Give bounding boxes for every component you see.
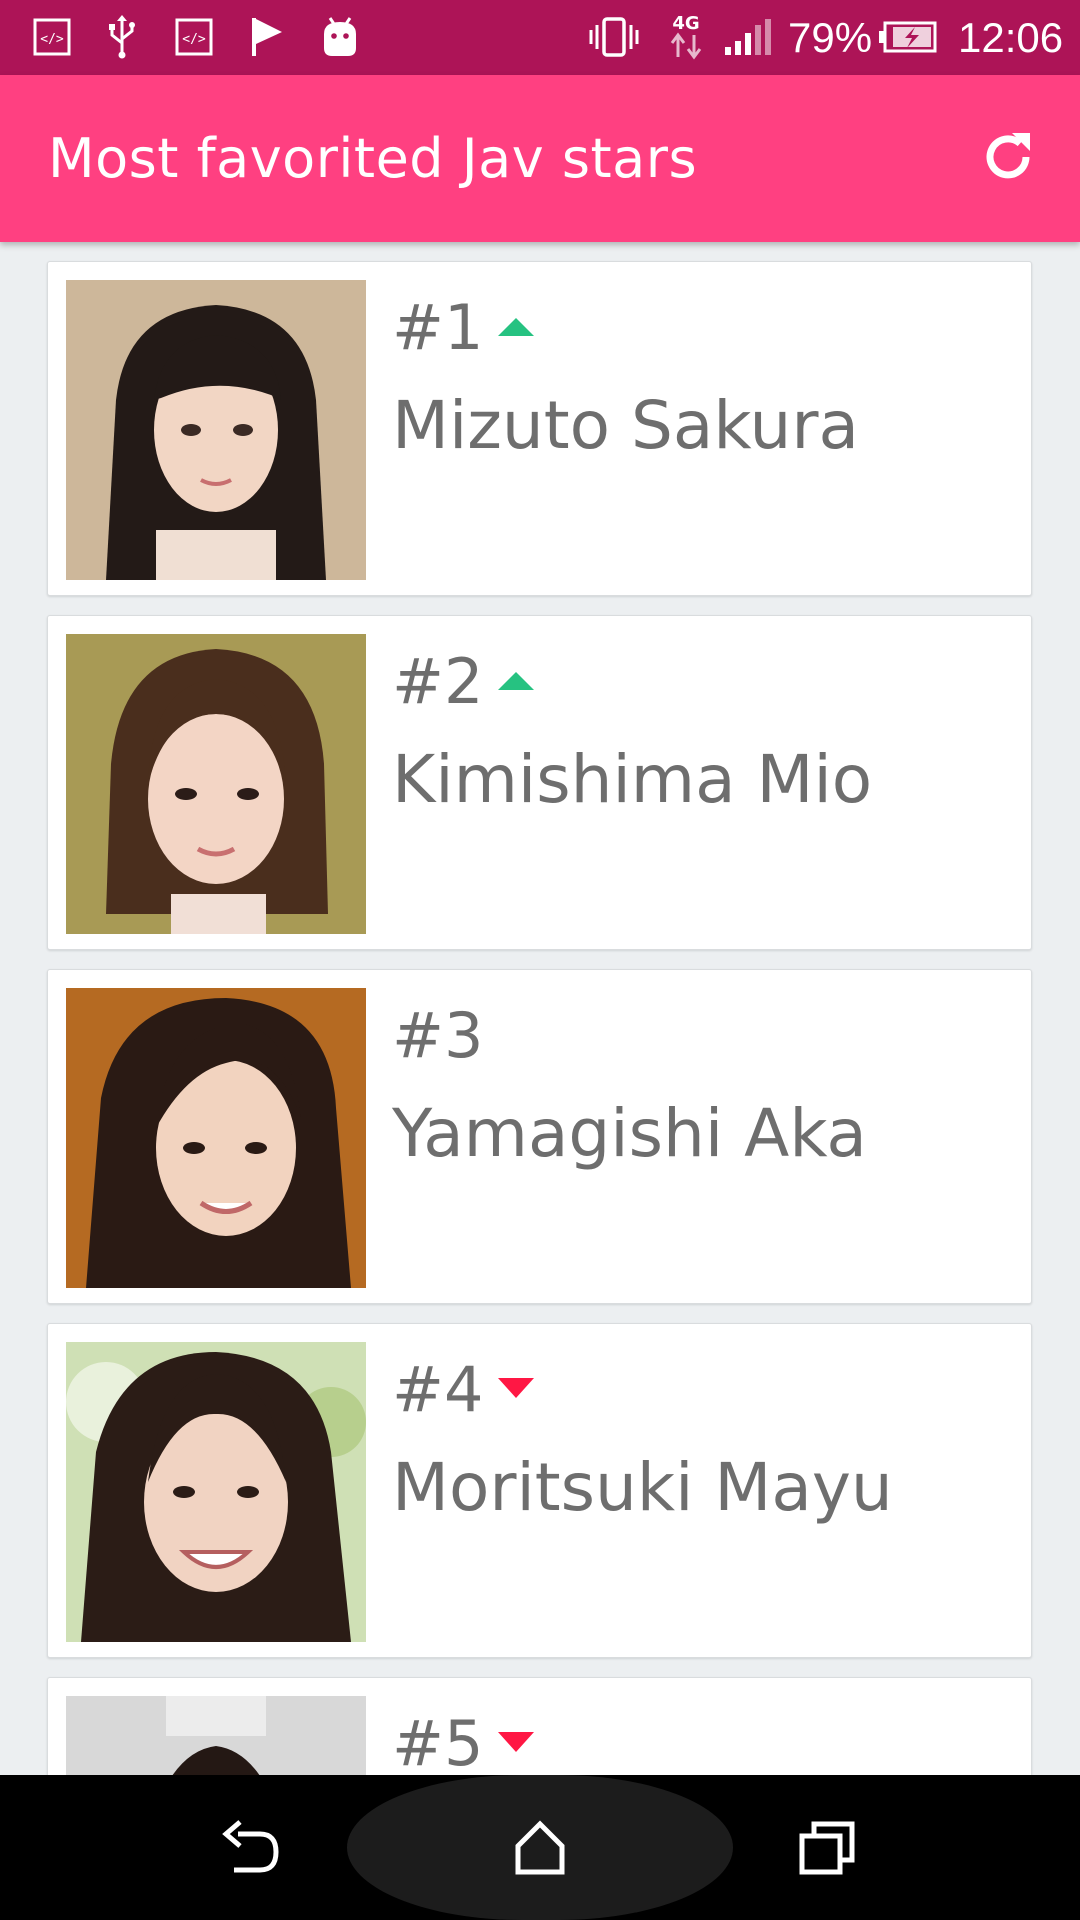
back-button[interactable] [214,1810,290,1886]
rank-label: #1 [392,291,484,364]
back-icon [222,1820,279,1873]
rank-label: #5 [392,1707,484,1776]
rank-label: #2 [392,645,484,718]
android-debug-icon [318,15,362,59]
navigation-bar [0,1775,1080,1920]
recents-icon [799,1821,855,1875]
signal-icon [722,15,774,59]
network-label: 4G [672,13,699,34]
trend-up-icon [498,318,534,336]
app-bar: Most favorited Jav stars [0,75,1080,242]
trend-down-icon [498,1732,534,1752]
avatar [66,988,366,1288]
status-bar: </> </> 4G 79% 12:06 [0,0,1080,75]
avatar [66,1696,366,1775]
dev-code-icon-2: </> [172,15,216,59]
home-button[interactable] [502,1810,578,1886]
recents-button[interactable] [790,1810,866,1886]
trend-up-icon [498,672,534,690]
refresh-icon [986,133,1030,179]
battery-percent: 79% [788,14,873,61]
svg-text:</>: </> [182,32,206,47]
clock: 12:06 [958,14,1064,61]
list-item[interactable]: #4 Moritsuki Mayu [47,1323,1032,1658]
svg-text:</>: </> [40,32,64,47]
home-icon [515,1820,565,1875]
usb-icon [100,15,144,59]
network-4g-icon: 4G [664,13,708,60]
star-name: Kimishima Mio [392,741,873,818]
battery-charging-icon [878,15,938,59]
list-item[interactable]: #2 Kimishima Mio [47,615,1032,950]
rank-label: #3 [392,999,484,1072]
avatar [66,280,366,580]
dev-code-icon: </> [30,15,74,59]
star-name: Yamagishi Aka [392,1095,867,1172]
page-title: Most favorited Jav stars [48,127,698,190]
list-item[interactable]: #3 Yamagishi Aka [47,969,1032,1304]
list-item[interactable]: #1 Mizuto Sakura [47,261,1032,596]
avatar [66,634,366,934]
flag-icon [248,15,288,59]
rank-label: #4 [392,1353,484,1426]
list-item[interactable]: #5 [47,1677,1032,1775]
star-name: Mizuto Sakura [392,387,859,464]
star-list[interactable]: #1 Mizuto Sakura #2 Kimishima Mio #3 Yam… [0,242,1080,1775]
vibrate-icon [588,15,640,59]
trend-down-icon [498,1378,534,1398]
avatar [66,1342,366,1642]
refresh-button[interactable] [976,125,1040,189]
star-name: Moritsuki Mayu [392,1449,893,1526]
